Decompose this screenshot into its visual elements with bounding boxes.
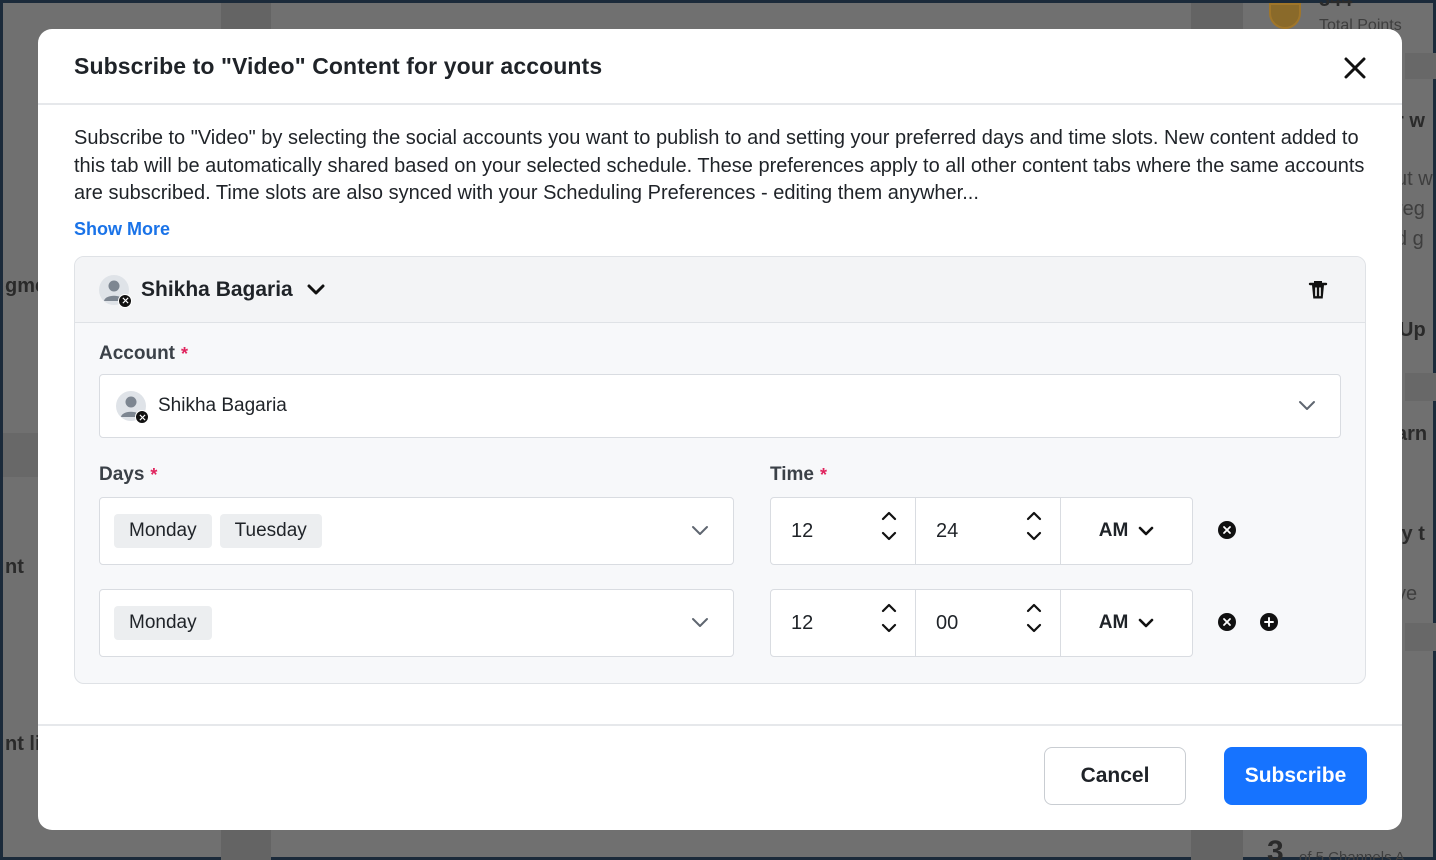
hour-stepper xyxy=(881,511,897,541)
modal-title: Subscribe to "Video" Content for your ac… xyxy=(74,52,603,79)
account-label: Account * xyxy=(99,343,1341,365)
chevron-down-icon xyxy=(1138,526,1154,535)
x-platform-icon xyxy=(118,293,132,308)
account-card-body: Account * Shikha Bagaria Days * Time * M… xyxy=(75,323,1365,657)
meridiem-select[interactable]: AM xyxy=(1061,498,1192,564)
chevron-up-icon[interactable] xyxy=(1026,511,1042,521)
chevron-down-icon[interactable] xyxy=(881,531,897,541)
day-chip[interactable]: Tuesday xyxy=(219,514,322,548)
chevron-down-icon[interactable] xyxy=(307,284,325,296)
chevron-down-icon xyxy=(691,525,709,537)
required-mark: * xyxy=(150,464,158,485)
time-picker: 12 24 AM xyxy=(770,497,1193,565)
modal-header: Subscribe to "Video" Content for your ac… xyxy=(38,29,1402,105)
add-slot-icon[interactable] xyxy=(1259,612,1279,632)
minute-input[interactable]: 24 xyxy=(916,498,1061,564)
time-picker: 12 00 AM xyxy=(770,589,1193,657)
meridiem-select[interactable]: AM xyxy=(1061,590,1192,656)
account-card-header: Shikha Bagaria xyxy=(75,257,1365,323)
hour-value: 12 xyxy=(791,611,814,634)
chevron-down-icon[interactable] xyxy=(1026,623,1042,633)
x-platform-icon xyxy=(135,410,149,424)
bg-band xyxy=(1405,373,1436,401)
points-badge-icon xyxy=(1269,3,1301,29)
bg-band xyxy=(3,433,41,477)
meridiem-value: AM xyxy=(1098,612,1129,633)
subscribe-button[interactable]: Subscribe xyxy=(1224,747,1367,805)
minute-input[interactable]: 00 xyxy=(916,590,1061,656)
modal-description: Subscribe to "Video" by selecting the so… xyxy=(74,127,1365,204)
account-card-name[interactable]: Shikha Bagaria xyxy=(141,278,293,302)
days-select[interactable]: Monday Tuesday xyxy=(99,497,734,565)
day-chip[interactable]: Monday xyxy=(114,514,212,548)
chevron-up-icon[interactable] xyxy=(881,603,897,613)
avatar xyxy=(99,274,132,308)
subscribe-modal: Subscribe to "Video" Content for your ac… xyxy=(38,29,1402,830)
avatar xyxy=(116,391,149,424)
minute-stepper xyxy=(1026,603,1042,633)
modal-footer: Cancel Subscribe xyxy=(38,724,1402,830)
time-label-text: Time xyxy=(770,464,815,485)
time-slot-row: Monday Tuesday 12 24 AM xyxy=(99,497,1341,565)
remove-slot-icon[interactable] xyxy=(1217,520,1237,540)
hour-input[interactable]: 12 xyxy=(771,590,916,656)
show-more-link[interactable]: Show More xyxy=(74,219,170,240)
minute-value: 24 xyxy=(936,519,959,542)
minute-value: 00 xyxy=(936,611,959,634)
days-label-text: Days xyxy=(99,464,145,485)
meridiem-value: AM xyxy=(1098,520,1129,541)
remove-slot-icon[interactable] xyxy=(1217,612,1237,632)
chevron-up-icon[interactable] xyxy=(881,511,897,521)
close-button[interactable] xyxy=(1338,51,1372,85)
modal-body: Subscribe to "Video" by selecting the so… xyxy=(38,105,1402,684)
bg-band xyxy=(1405,53,1436,79)
days-select[interactable]: Monday xyxy=(99,589,734,657)
chevron-down-icon xyxy=(691,617,709,629)
chevron-down-icon[interactable] xyxy=(1026,531,1042,541)
required-mark: * xyxy=(820,464,828,485)
minute-stepper xyxy=(1026,511,1042,541)
account-select[interactable]: Shikha Bagaria xyxy=(99,374,1341,438)
account-select-value: Shikha Bagaria xyxy=(158,395,287,416)
bg-fragment: nt xyxy=(5,556,24,578)
day-chip[interactable]: Monday xyxy=(114,606,212,640)
slot-labels: Days * Time * xyxy=(99,464,1341,488)
days-label: Days * xyxy=(99,464,157,486)
required-mark: * xyxy=(181,343,189,364)
bg-fragment: 3 xyxy=(1267,835,1284,860)
bg-band xyxy=(1405,623,1436,651)
hour-stepper xyxy=(881,603,897,633)
chevron-down-icon[interactable] xyxy=(881,623,897,633)
chevron-down-icon xyxy=(1298,400,1316,412)
cancel-button[interactable]: Cancel xyxy=(1044,747,1186,805)
account-label-text: Account xyxy=(99,343,175,364)
bg-fragment: of 5 Channels A xyxy=(1299,849,1405,860)
close-icon xyxy=(1344,57,1366,79)
bg-points-value: 344 xyxy=(1319,0,1353,11)
time-label: Time * xyxy=(770,464,827,486)
hour-input[interactable]: 12 xyxy=(771,498,916,564)
account-schedule-card: Shikha Bagaria Account * Shikha Bagaria … xyxy=(74,256,1366,684)
time-slot-row: Monday 12 00 AM xyxy=(99,589,1341,657)
hour-value: 12 xyxy=(791,519,814,542)
chevron-up-icon[interactable] xyxy=(1026,603,1042,613)
trash-icon[interactable] xyxy=(1307,279,1329,301)
bg-fragment: Up xyxy=(1399,319,1426,341)
chevron-down-icon xyxy=(1138,618,1154,627)
